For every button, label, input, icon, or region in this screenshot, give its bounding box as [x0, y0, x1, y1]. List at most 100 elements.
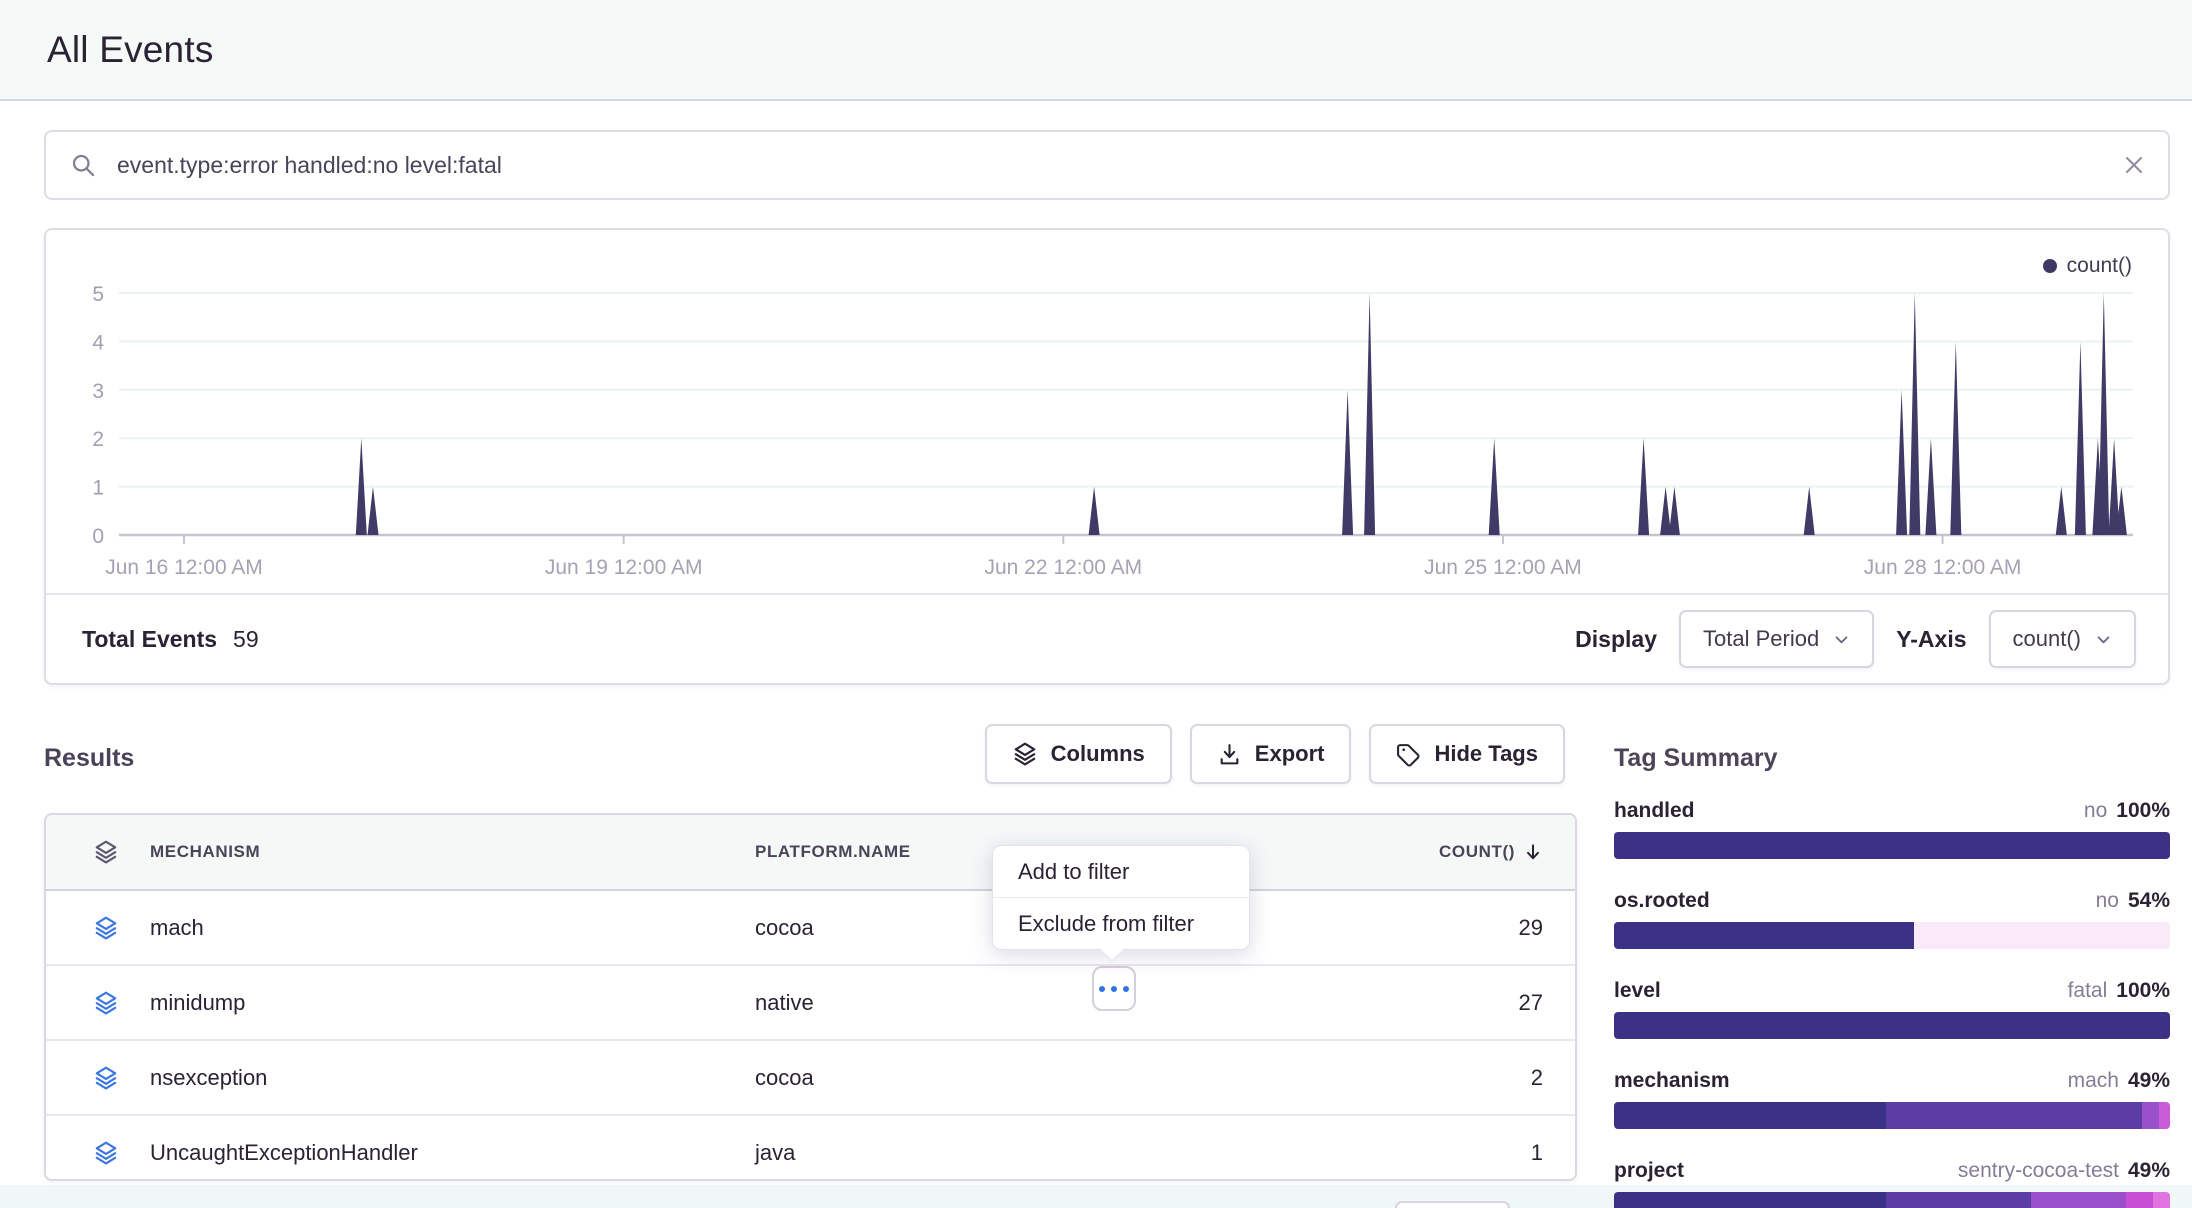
data-spike: [1342, 390, 1353, 535]
tag-group-handled: handled no 100%: [1614, 799, 2170, 859]
layers-icon: [46, 1065, 150, 1091]
mechanism-cell[interactable]: nsexception: [150, 1065, 755, 1091]
tag-name: handled: [1614, 799, 1695, 823]
tag-bar-segment[interactable]: [2126, 1192, 2154, 1208]
tag-value-label: no: [2084, 799, 2107, 822]
count-cell[interactable]: 29: [1375, 915, 1575, 941]
y-axis-tick-label: 4: [92, 331, 104, 354]
display-select[interactable]: Total Period: [1679, 610, 1874, 668]
mechanism-cell[interactable]: UncaughtExceptionHandler: [150, 1140, 755, 1166]
tag-name: os.rooted: [1614, 889, 1710, 913]
results-table: MECHANISMPLATFORM.NAMECOUNT() machcocoa2…: [44, 813, 1577, 1181]
table-row: minidumpnative27: [46, 966, 1575, 1041]
tag-label-row: os.rootedno54%: [1614, 889, 2170, 913]
platform-cell[interactable]: cocoa: [755, 1065, 1375, 1091]
row-actions-button[interactable]: [1092, 966, 1136, 1011]
tag-value-label: no: [2096, 889, 2119, 912]
tag-bar-segment[interactable]: [1614, 1102, 1886, 1129]
table-row: nsexceptioncocoa2: [46, 1041, 1575, 1116]
mechanism-cell[interactable]: mach: [150, 915, 755, 941]
tag-value-label: fatal: [2068, 979, 2108, 1002]
data-spike: [368, 487, 379, 535]
x-axis-tick-label: Jun 28 12:00 AM: [1864, 556, 2022, 579]
tag-distribution-bar[interactable]: [1614, 1102, 2170, 1129]
column-header-count[interactable]: COUNT(): [1375, 841, 1575, 863]
x-axis-tick-label: Jun 22 12:00 AM: [984, 556, 1142, 579]
count-cell[interactable]: 27: [1375, 990, 1575, 1016]
events-chart-panel: count() 012345Jun 16 12:00 AMJun 19 12:0…: [44, 228, 2170, 685]
display-select-value: Total Period: [1703, 626, 1819, 652]
y-axis-tick-label: 2: [92, 428, 104, 451]
search-input[interactable]: [115, 151, 2122, 180]
menu-item-exclude-from-filter[interactable]: Exclude from filter: [993, 897, 1249, 949]
tag-distribution-bar[interactable]: [1614, 1012, 2170, 1039]
tag-bar-segment[interactable]: [1614, 922, 1914, 949]
tag-percentage: 49%: [2128, 1159, 2170, 1182]
clear-search-icon[interactable]: [2122, 153, 2146, 177]
data-spike: [1669, 487, 1680, 535]
tag-bar-segment[interactable]: [2142, 1102, 2159, 1129]
layers-icon: [1012, 741, 1038, 767]
tag-bar-segment[interactable]: [2153, 1192, 2170, 1208]
tag-bar-segment[interactable]: [1614, 832, 2170, 859]
button-label: Export: [1255, 741, 1325, 767]
tag-summary-heading: Tag Summary: [1614, 744, 2170, 773]
column-label: PLATFORM.NAME: [755, 842, 911, 861]
tag-percentage: 100%: [2116, 799, 2170, 822]
tag-list: handledno100%os.rootedno54%levelfatal100…: [1614, 799, 2170, 1208]
data-spike: [1804, 487, 1815, 535]
tag-distribution-bar[interactable]: [1614, 1192, 2170, 1208]
menu-item-add-to-filter[interactable]: Add to filter: [993, 846, 1249, 897]
page-title: All Events: [47, 29, 214, 71]
chart-controls: Display Total Period Y-Axis count(): [1575, 610, 2136, 668]
column-header-mechanism[interactable]: MECHANISM: [150, 842, 755, 862]
tag-icon: [1396, 742, 1421, 767]
layers-icon: [46, 990, 150, 1016]
y-axis-tick-label: 0: [92, 525, 104, 548]
data-spike: [1909, 293, 1920, 535]
tag-top-value: mach49%: [2068, 1069, 2170, 1093]
chevron-down-icon: [1833, 631, 1850, 648]
mechanism-cell[interactable]: minidump: [150, 990, 755, 1016]
yaxis-label: Y-Axis: [1896, 626, 1966, 653]
layers-icon: [46, 1140, 150, 1166]
columns-button[interactable]: Columns: [985, 724, 1172, 784]
table-row: machcocoa29: [46, 891, 1575, 966]
results-heading: Results: [44, 744, 134, 773]
count-cell[interactable]: 1: [1375, 1140, 1575, 1166]
download-icon: [1217, 742, 1242, 767]
tag-bar-segment[interactable]: [1886, 1192, 2031, 1208]
export-button[interactable]: Export: [1190, 724, 1352, 784]
platform-cell[interactable]: java: [755, 1140, 1375, 1166]
table-body: machcocoa29 minidumpnative27 nsexception…: [46, 891, 1575, 1181]
button-label: Columns: [1051, 741, 1145, 767]
tag-summary: Tag Summary handledno100%os.rootedno54%l…: [1614, 744, 2170, 1208]
platform-cell[interactable]: native: [755, 990, 1375, 1016]
yaxis-select[interactable]: count(): [1989, 610, 2136, 668]
data-spike: [1364, 293, 1375, 535]
tag-bar-segment[interactable]: [1614, 1012, 2170, 1039]
legend-label: count(): [2067, 254, 2132, 278]
hide-tags-button[interactable]: Hide Tags: [1369, 724, 1565, 784]
tag-top-value: no 100%: [2084, 799, 2170, 823]
column-label: COUNT(): [1439, 842, 1515, 862]
table-header-row: MECHANISM PLATFORM.NAME COUNT(): [46, 815, 1575, 891]
header-layers-icon: [46, 839, 150, 865]
column-label: MECHANISM: [150, 842, 260, 861]
tag-bar-segment[interactable]: [1886, 1102, 2142, 1129]
x-axis-tick-label: Jun 25 12:00 AM: [1424, 556, 1582, 579]
tag-bar-segment[interactable]: [1614, 1192, 1886, 1208]
tag-bar-segment[interactable]: [2031, 1192, 2126, 1208]
count-cell[interactable]: 2: [1375, 1065, 1575, 1091]
tag-group-level: levelfatal100%: [1614, 979, 2170, 1039]
tag-distribution-bar[interactable]: [1614, 922, 2170, 949]
tag-group-mechanism: mechanismmach49%: [1614, 1069, 2170, 1129]
tag-bar-segment[interactable]: [2159, 1102, 2170, 1129]
pagination-button[interactable]: [1395, 1201, 1510, 1208]
tag-distribution-bar[interactable]: [1614, 832, 2170, 859]
x-axis-tick-label: Jun 19 12:00 AM: [545, 556, 703, 579]
chart-legend[interactable]: count(): [2043, 254, 2132, 278]
data-spike: [1896, 390, 1907, 535]
display-label: Display: [1575, 626, 1657, 653]
search-bar[interactable]: [44, 130, 2170, 200]
